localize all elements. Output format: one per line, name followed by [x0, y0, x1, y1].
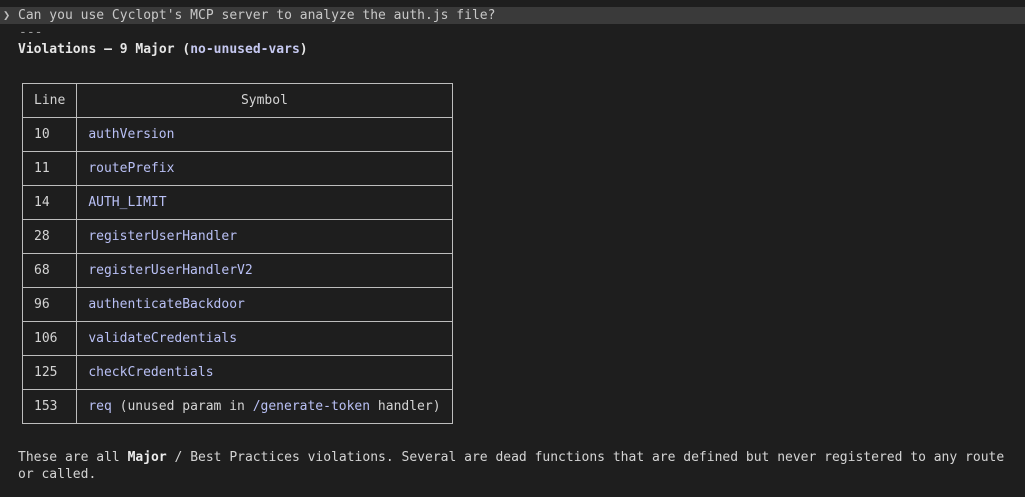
user-prompt: ❯ Can you use Cyclopt's MCP server to an…: [0, 7, 1025, 24]
symbol-name: validateCredentials: [88, 330, 238, 346]
violations-heading: Violations — 9 Major (no-unused-vars): [18, 42, 308, 57]
table-row: 11 routePrefix: [21, 151, 453, 186]
symbol-cell: authVersion: [76, 117, 453, 152]
violations-table: Line Symbol 10 authVersion 11 routePrefi…: [21, 83, 453, 424]
table-row: 10 authVersion: [21, 117, 453, 152]
table-row: 106 validateCredentials: [21, 321, 453, 356]
rule-name: no-unused-vars: [190, 42, 300, 57]
symbol-cell: checkCredentials: [76, 355, 453, 390]
symbol-note: (unused param in: [111, 398, 253, 414]
symbol-name: authVersion: [88, 126, 175, 142]
table-row: 68 registerUserHandlerV2: [21, 253, 453, 288]
table-row: 153 req (unused param in /generate-token…: [21, 389, 453, 424]
column-header-symbol: Symbol: [76, 83, 453, 118]
symbol-name: routePrefix: [88, 160, 175, 176]
divider: ---: [19, 25, 43, 40]
line-number: 153: [21, 389, 78, 424]
symbol-cell: authenticateBackdoor: [76, 287, 453, 322]
route-path: /generate-token: [252, 398, 371, 414]
symbol-name: AUTH_LIMIT: [88, 194, 167, 210]
symbol-name: registerUserHandlerV2: [88, 262, 253, 278]
table-row: 125 checkCredentials: [21, 355, 453, 390]
symbol-name: authenticateBackdoor: [88, 296, 245, 312]
line-number: 68: [21, 253, 78, 288]
table-row: 14 AUTH_LIMIT: [21, 185, 453, 220]
prompt-text: Can you use Cyclopt's MCP server to anal…: [18, 8, 496, 23]
symbol-cell: validateCredentials: [76, 321, 453, 356]
severity-label: Major: [127, 450, 167, 465]
symbol-name: registerUserHandler: [88, 228, 238, 244]
table-row: 96 authenticateBackdoor: [21, 287, 453, 322]
line-number: 125: [21, 355, 78, 390]
symbol-note: handler): [370, 398, 441, 414]
prompt-chevron-icon: ❯: [3, 8, 11, 22]
symbol-cell: registerUserHandler: [76, 219, 453, 254]
summary-text: These are all Major / Best Practices vio…: [18, 450, 1005, 482]
line-number: 96: [21, 287, 78, 322]
symbol-cell: req (unused param in /generate-token han…: [76, 389, 453, 424]
line-number: 11: [21, 151, 78, 186]
symbol-cell: registerUserHandlerV2: [76, 253, 453, 288]
symbol-name: req: [88, 398, 112, 414]
line-number: 106: [21, 321, 78, 356]
table-row: 28 registerUserHandler: [21, 219, 453, 254]
line-number: 14: [21, 185, 78, 220]
symbol-cell: AUTH_LIMIT: [76, 185, 453, 220]
column-header-line: Line: [21, 83, 78, 118]
symbol-name: checkCredentials: [88, 364, 214, 380]
symbol-cell: routePrefix: [76, 151, 453, 186]
table-header-row: Line Symbol: [21, 83, 453, 118]
heading-title: Violations — 9 Major: [18, 42, 175, 57]
line-number: 10: [21, 117, 78, 152]
line-number: 28: [21, 219, 78, 254]
